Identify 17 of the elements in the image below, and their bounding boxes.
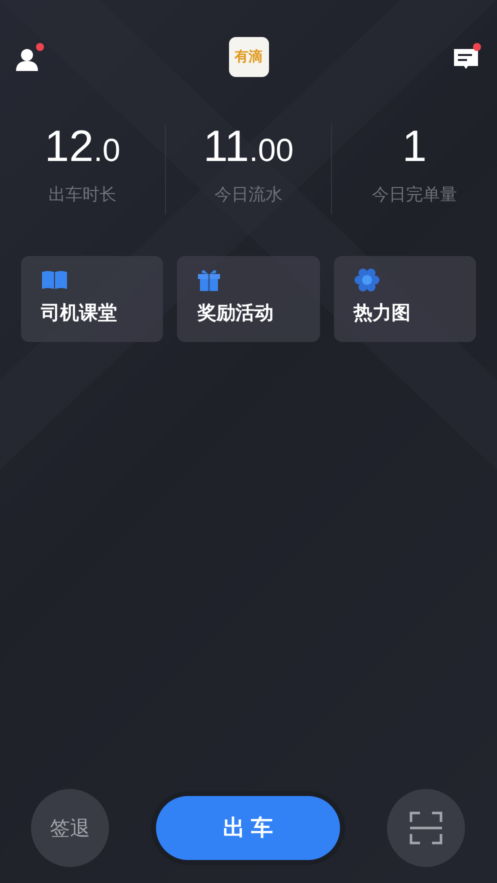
stat-value: 1: [402, 124, 427, 170]
profile-icon[interactable]: [15, 42, 45, 72]
stat-label: 今日完单量: [372, 184, 457, 206]
stat-value: 11.00: [203, 124, 294, 173]
stat-label: 出车时长: [48, 184, 116, 206]
app-logo: 有滴: [228, 37, 268, 77]
shortcut-card[interactable]: 热力图: [334, 256, 476, 342]
gift-icon: [197, 268, 222, 292]
stat-value: 12.0: [44, 124, 120, 173]
shortcut-card[interactable]: 司机课堂: [21, 256, 164, 342]
start-driving-button[interactable]: 出 车: [156, 796, 340, 860]
heatmap-icon: [354, 268, 380, 292]
book-icon: [41, 268, 68, 292]
stat-label: 今日流水: [214, 184, 282, 206]
sign-out-button[interactable]: 签退: [31, 789, 109, 867]
scan-icon: [409, 811, 443, 845]
shortcut-card[interactable]: 奖励活动: [177, 256, 320, 342]
